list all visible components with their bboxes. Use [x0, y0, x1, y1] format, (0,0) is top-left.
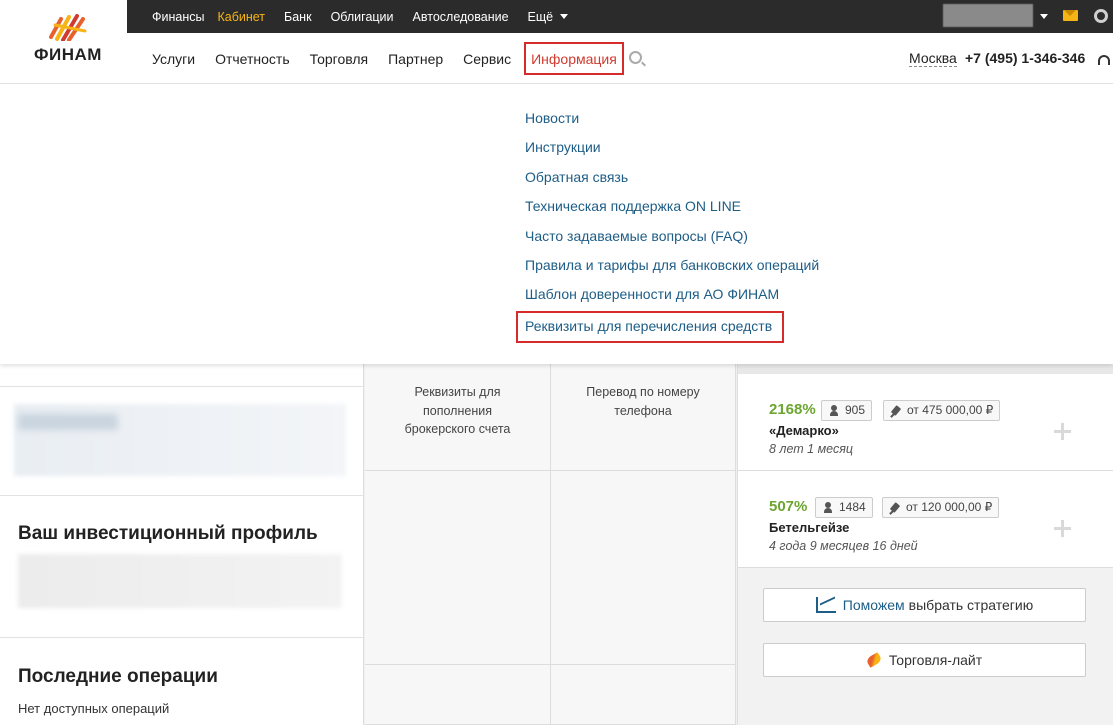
user-chevron-down-icon[interactable]	[1040, 14, 1048, 19]
phone-number: +7 (495) 1-346-346	[965, 50, 1086, 66]
strategy-return: 2168%	[769, 401, 816, 418]
subscribers-badge: 1484	[815, 497, 873, 518]
dropdown-item-faq[interactable]: Часто задаваемые вопросы (FAQ)	[525, 227, 819, 256]
choose-strategy-button[interactable]: Поможем выбрать стратегию	[763, 588, 1086, 622]
person-icon	[824, 502, 832, 513]
nav-reports[interactable]: Отчетность	[215, 51, 290, 67]
strategy-name[interactable]: Бетельгейзе	[769, 520, 849, 535]
dropdown-item-requisites[interactable]: Реквизиты для перечисления средств	[516, 310, 819, 344]
divider	[0, 386, 364, 387]
no-operations-text: Нет доступных операций	[18, 701, 170, 716]
plus-icon[interactable]	[1054, 423, 1071, 440]
subscribers-count: 1484	[839, 500, 866, 514]
subscribers-count: 905	[845, 403, 866, 417]
dropdown-item-news[interactable]: Новости	[525, 109, 819, 138]
plug-icon	[889, 502, 901, 514]
service-tile-phone-transfer[interactable]: Перевод по номеру телефона	[551, 364, 736, 471]
service-tile-replenish-label: Реквизиты для пополнения брокерского сче…	[404, 385, 511, 436]
strategy-duration: 4 года 9 месяцев 16 дней	[769, 539, 918, 553]
choose-strategy-label: выбрать стратегию	[908, 597, 1034, 613]
main-header: ФИНАМ Услуги Отчетность Торговля Партнер…	[0, 14, 1113, 84]
top-nav-cabinet[interactable]: Кабинет	[217, 10, 265, 24]
city-selector[interactable]: Москва	[909, 50, 957, 67]
services-grid: Реквизиты для пополнения брокерского сче…	[365, 364, 736, 725]
information-dropdown: Новости Инструкции Обратная связь Технич…	[0, 84, 1113, 364]
plug-icon	[890, 405, 902, 417]
profile-title: Ваш инвестиционный профиль	[18, 523, 318, 544]
dropdown-list: Новости Инструкции Обратная связь Технич…	[516, 109, 819, 344]
service-tile-phone-transfer-label: Перевод по номеру телефона	[586, 385, 700, 418]
dropdown-item-feedback[interactable]: Обратная связь	[525, 168, 819, 197]
user-account-button[interactable]	[943, 4, 1033, 27]
trading-lite-button[interactable]: Торговля-лайт	[763, 643, 1086, 677]
top-nav-bonds[interactable]: Облигации	[331, 10, 394, 24]
top-nav-more[interactable]: Ещё	[528, 10, 569, 24]
nav-services[interactable]: Услуги	[152, 51, 195, 67]
top-nav-bank[interactable]: Банк	[284, 10, 312, 24]
strategies-panel: 2168% 905 от 475 000,00 ₽ «Демарко» 8 ле…	[737, 364, 1113, 725]
strategy-card[interactable]: 507% 1484 от 120 000,00 ₽ Бетельгейзе 4 …	[738, 471, 1113, 568]
blurred-account-info	[14, 404, 346, 476]
top-nav-finance[interactable]: Финансы	[152, 10, 204, 24]
blurred-profile-info	[18, 554, 342, 608]
plus-icon[interactable]	[1054, 520, 1071, 537]
rocket-icon	[865, 652, 883, 668]
top-bar: Финансы Кабинет Банк Облигации Автоследо…	[0, 0, 1113, 33]
service-tile-empty	[551, 471, 736, 665]
strategy-name[interactable]: «Демарко»	[769, 423, 839, 438]
strategy-duration: 8 лет 1 месяц	[769, 442, 854, 456]
settings-icon[interactable]	[1094, 9, 1108, 23]
dropdown-item-support[interactable]: Техническая поддержка ON LINE	[525, 197, 819, 226]
dropdown-item-requisites-label: Реквизиты для перечисления средств	[516, 310, 785, 343]
person-icon	[830, 405, 838, 416]
main-nav: Услуги Отчетность Торговля Партнер Серви…	[152, 33, 636, 84]
dropdown-item-instructions[interactable]: Инструкции	[525, 138, 819, 167]
service-tile-empty	[551, 665, 736, 725]
chevron-down-icon	[560, 14, 569, 19]
headset-icon[interactable]	[1098, 55, 1110, 65]
logo-text[interactable]: ФИНАМ	[34, 45, 102, 65]
min-amount: от 120 000,00 ₽	[906, 500, 993, 514]
top-nav-autofollow[interactable]: Автоследование	[413, 10, 509, 24]
service-tile-empty	[365, 471, 551, 665]
nav-partner[interactable]: Партнер	[388, 51, 443, 67]
nav-information[interactable]: Информация	[524, 42, 624, 75]
min-amount: от 475 000,00 ₽	[907, 403, 994, 417]
nav-trading[interactable]: Торговля	[310, 51, 368, 67]
min-amount-badge: от 475 000,00 ₽	[883, 400, 1001, 421]
operations-title: Последние операции	[18, 666, 218, 687]
divider	[0, 495, 364, 496]
mail-icon[interactable]	[1063, 10, 1078, 21]
trading-lite-label: Торговля-лайт	[888, 652, 983, 668]
service-tile-empty	[365, 665, 551, 725]
subscribers-badge: 905	[821, 400, 873, 421]
top-nav: Финансы Кабинет Банк Облигации Автоследо…	[152, 0, 587, 33]
strategy-card[interactable]: 2168% 905 от 475 000,00 ₽ «Демарко» 8 ле…	[738, 374, 1113, 471]
strategy-return: 507%	[769, 498, 808, 515]
left-panel: Ваш инвестиционный профиль Последние опе…	[0, 364, 364, 725]
chart-icon	[815, 597, 836, 613]
top-nav-more-label: Ещё	[527, 9, 554, 24]
service-tile-replenish[interactable]: Реквизиты для пополнения брокерского сче…	[365, 364, 551, 471]
dropdown-item-bank-rules[interactable]: Правила и тарифы для банковских операций	[525, 256, 819, 285]
choose-strategy-label-accent: Поможем	[842, 597, 905, 613]
min-amount-badge: от 120 000,00 ₽	[882, 497, 1000, 518]
search-icon[interactable]	[629, 51, 642, 64]
finam-logo-icon[interactable]	[47, 11, 91, 41]
nav-service[interactable]: Сервис	[463, 51, 511, 67]
divider	[0, 637, 364, 638]
